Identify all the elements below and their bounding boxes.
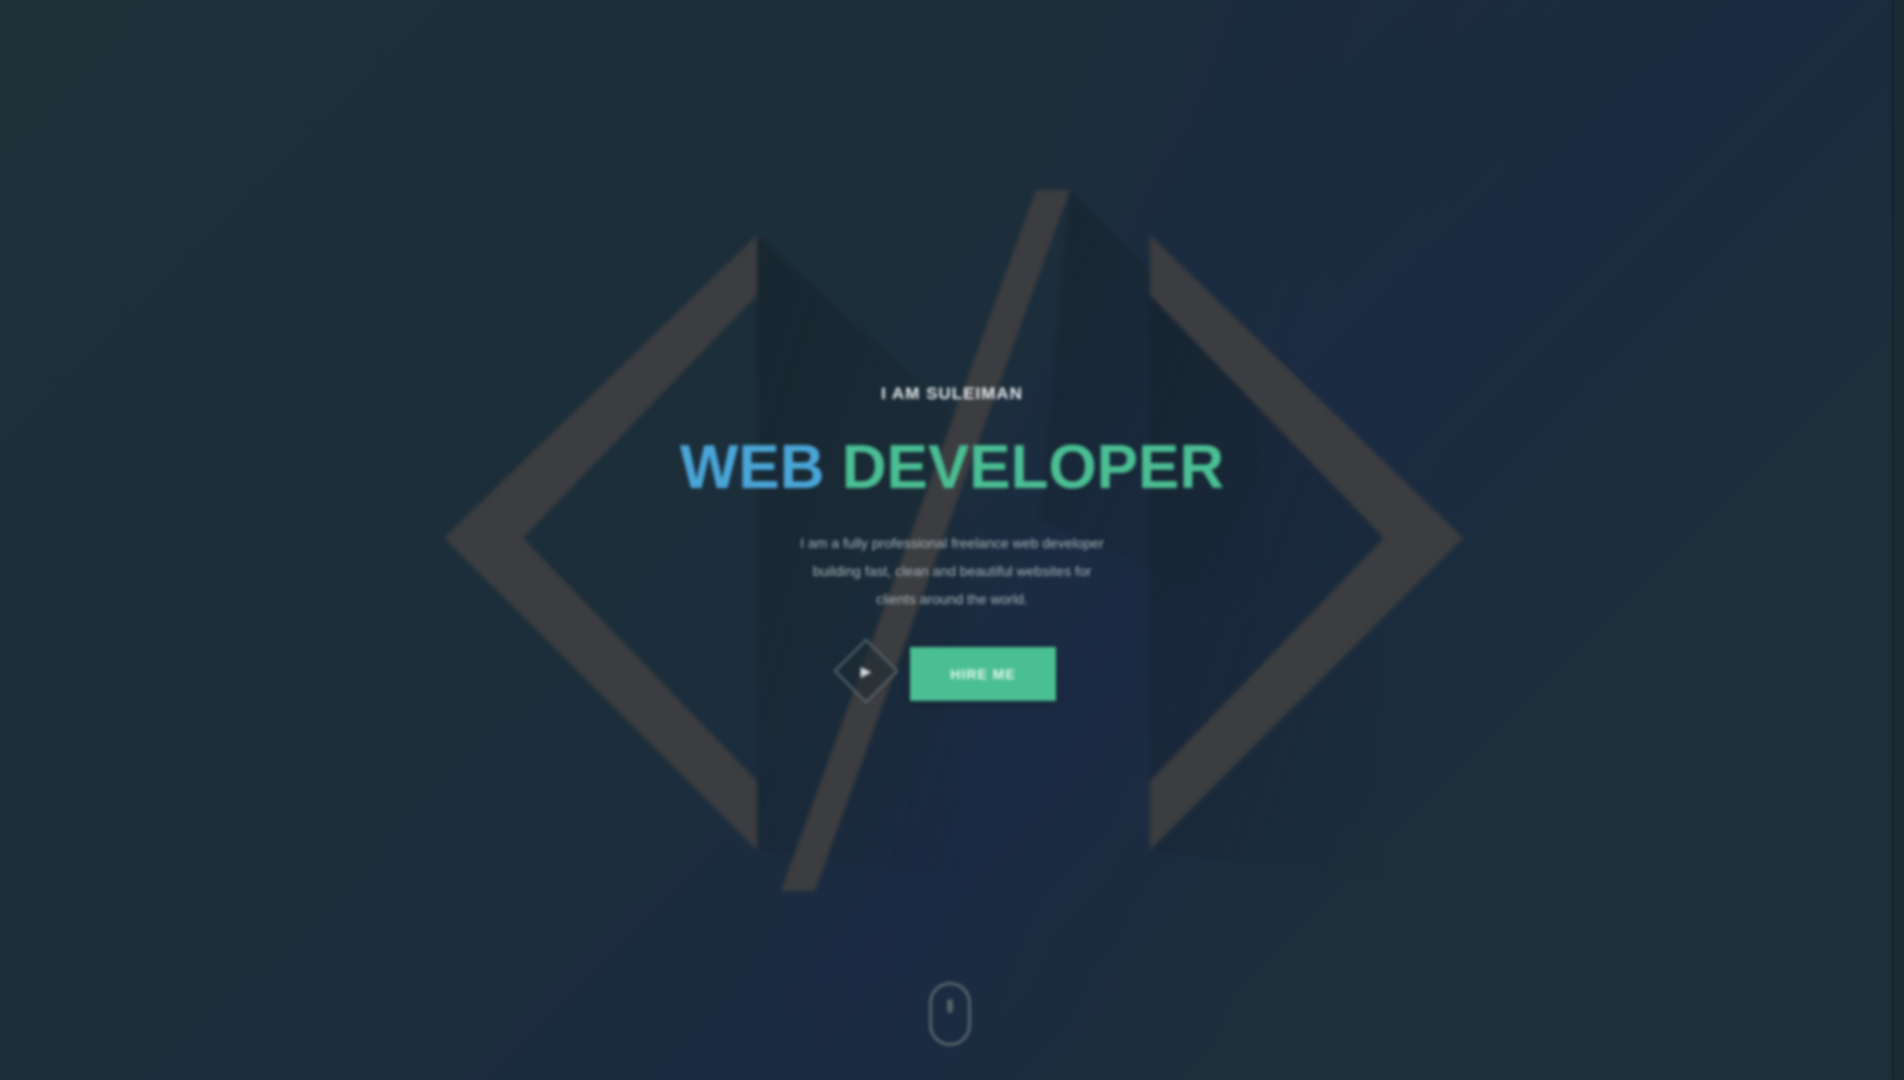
hero-description-line: building fast, clean and beautiful websi…: [812, 563, 1092, 579]
hero-description: I am a fully professional freelance web …: [732, 529, 1172, 613]
hero-title: WEB DEVELOPER: [602, 432, 1302, 503]
hire-me-button[interactable]: HIRE ME: [910, 647, 1056, 701]
hero-description-line: I am a fully professional freelance web …: [800, 535, 1104, 551]
hero-kicker: I AM SULEIMAN: [881, 384, 1023, 403]
play-icon: ▶: [860, 663, 872, 679]
hero-title-developer: DEVELOPER: [841, 433, 1225, 502]
hero-section: I AM SULEIMAN WEB DEVELOPER I am a fully…: [0, 0, 1904, 1080]
page-scrollbar[interactable]: [1894, 0, 1904, 1080]
mouse-scroll-icon[interactable]: [929, 982, 971, 1046]
play-video-button[interactable]: ▶: [833, 638, 899, 704]
mouse-wheel-icon: [947, 999, 953, 1013]
hero-title-web: WEB: [679, 433, 825, 502]
hero-description-line: clients around the world.: [876, 591, 1028, 607]
